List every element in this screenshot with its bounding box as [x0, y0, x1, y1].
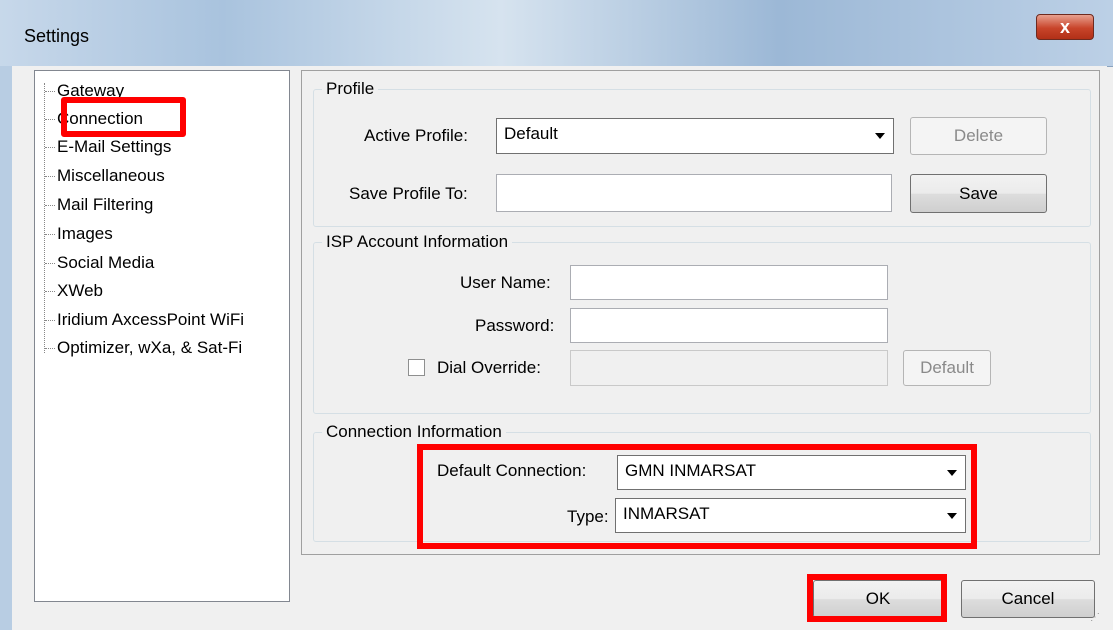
password-input[interactable]	[570, 308, 888, 343]
highlight-connection-item	[61, 97, 186, 137]
settings-tree: Gateway Connection E-Mail Settings Misce…	[34, 70, 290, 602]
tree-item-optimizer[interactable]: Optimizer, wXa, & Sat-Fi	[44, 338, 242, 358]
username-input[interactable]	[570, 265, 888, 300]
cancel-button[interactable]: Cancel	[961, 580, 1095, 618]
tree-item-images[interactable]: Images	[45, 224, 113, 244]
active-profile-value: Default	[504, 124, 558, 143]
connection-info-group-label: Connection Information	[322, 422, 506, 442]
tree-item-email-settings[interactable]: E-Mail Settings	[44, 137, 171, 157]
username-label: User Name:	[460, 273, 551, 292]
save-profile-to-label: Save Profile To:	[349, 184, 468, 203]
dial-default-button[interactable]: Default	[903, 350, 991, 386]
window-left-edge	[0, 66, 12, 630]
highlight-ok-button	[807, 574, 947, 622]
dial-override-label: Dial Override:	[437, 358, 541, 377]
tree-item-xweb[interactable]: XWeb	[45, 281, 103, 301]
close-icon: x	[1059, 16, 1070, 37]
highlight-connection-info	[417, 444, 977, 549]
delete-button[interactable]: Delete	[910, 117, 1047, 155]
dial-override-input	[570, 350, 888, 386]
save-profile-to-input[interactable]	[496, 174, 892, 212]
title-bar: Settings x	[0, 0, 1113, 67]
tree-item-iridium-axcesspoint-wifi[interactable]: Iridium AxcessPoint WiFi	[44, 310, 244, 330]
close-button[interactable]: x	[1036, 14, 1094, 40]
tree-item-miscellaneous[interactable]: Miscellaneous	[45, 166, 165, 186]
tree-item-mail-filtering[interactable]: Mail Filtering	[44, 195, 153, 215]
save-button[interactable]: Save	[910, 174, 1047, 213]
window-title: Settings	[24, 26, 90, 46]
password-label: Password:	[475, 316, 555, 335]
dial-override-checkbox[interactable]	[408, 359, 425, 376]
resize-grip-icon[interactable]: ⋰	[1090, 612, 1100, 623]
tree-item-social-media[interactable]: Social Media	[44, 253, 154, 273]
active-profile-label: Active Profile:	[364, 126, 468, 145]
tree-connector-line	[44, 83, 45, 353]
chevron-down-icon	[875, 133, 885, 139]
profile-group-label: Profile	[322, 79, 379, 99]
active-profile-select[interactable]: Default	[496, 118, 894, 154]
isp-account-group-label: ISP Account Information	[322, 232, 513, 252]
